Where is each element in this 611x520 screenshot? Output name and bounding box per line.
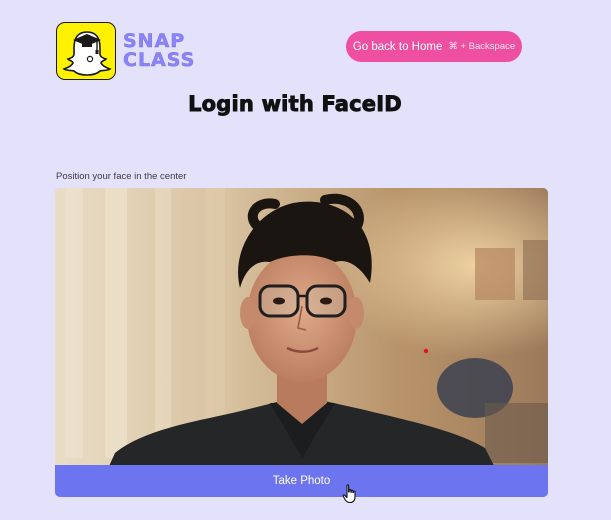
go-back-home-button[interactable]: Go back to Home ⌘ + Backspace — [346, 31, 522, 62]
webcam-preview: Take Photo — [55, 188, 548, 497]
webcam-feed-image — [55, 188, 548, 497]
face-position-hint: Position your face in the center — [56, 171, 187, 182]
hand-pointer-icon — [342, 484, 356, 504]
snapclass-logo-icon — [56, 22, 116, 80]
keyboard-shortcut-hint: ⌘ + Backspace — [448, 41, 516, 52]
take-photo-label: Take Photo — [272, 475, 331, 487]
take-photo-button[interactable]: Take Photo — [55, 465, 548, 497]
brand-wordmark: SNAP CLASS — [123, 31, 196, 71]
brand-line-2: CLASS — [123, 49, 196, 71]
go-back-home-label: Go back to Home — [352, 40, 443, 53]
page-title: Login with FaceID — [188, 92, 403, 117]
login-page: SNAP CLASS Go back to Home ⌘ + Backspace… — [0, 0, 611, 520]
